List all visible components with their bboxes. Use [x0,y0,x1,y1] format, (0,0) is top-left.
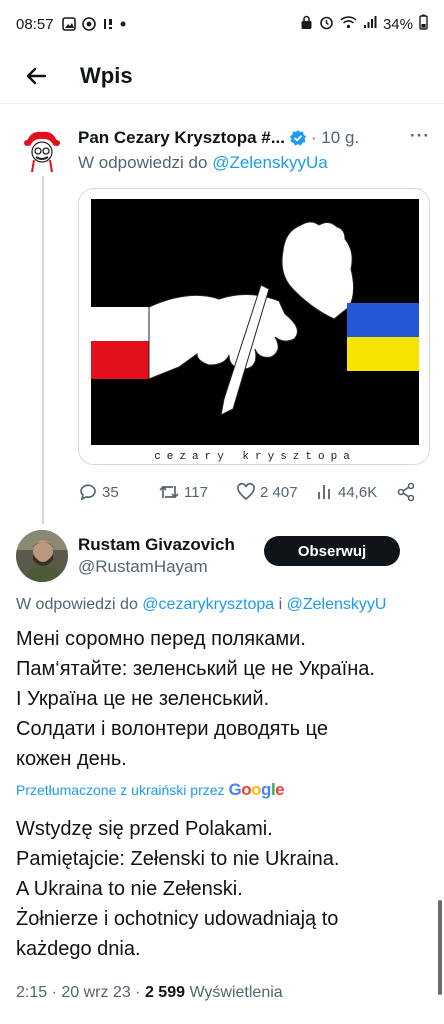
translated-text: Wstydzę się przed Polakami. Pamiętajcie:… [16,814,436,964]
thread-line [42,176,44,524]
lock-icon [300,15,313,34]
translated-text-line: Pamiętajcie: Zełenski to nie Ukraina. [16,848,340,870]
bar-chart-icon [318,485,330,499]
reply-count: 35 [102,483,119,501]
translated-text-line: Wstydzę się przed Polakami. [16,818,273,840]
translated-text-line: Żołnierze i ochotnicy udowadniają to [16,908,339,930]
like-count: 2 407 [260,483,298,501]
dot-icon [120,21,126,27]
translation-notice[interactable]: Przetłumaczone z ukraiński przez Google [16,780,285,800]
tweet-text-line: Солдати і волонтери доводять це [16,718,328,740]
alarm-icon [319,15,334,34]
translation-label: Przetłumaczone z ukraiński przez [16,782,225,798]
reply-icon [80,484,96,501]
share-icon [397,482,415,502]
tweet-text: Мені соромно перед поляками. Пам‘ятайте:… [16,624,436,774]
tweet-actions: 35 117 2 407 44,6K [78,480,430,504]
follow-button[interactable]: Obserwuj [264,536,400,566]
status-right: 34% [300,14,428,34]
battery-icon [419,14,428,34]
tweet-text-line: Пам‘ятайте: зеленський це не Україна. [16,658,375,680]
signal-icon [363,15,377,33]
reply-mention[interactable]: @ZelenskyyU [287,596,387,613]
back-button[interactable] [8,48,64,104]
cartoon-handshake: cezary krysztopa [79,189,429,464]
reply-prefix: W odpowiedzi do [78,153,213,172]
status-bar: 08:57 34% [0,0,444,48]
tweet-timestamp: 2:15 · 20 wrz 23 · [16,984,145,1001]
reply-context: W odpowiedzi do @cezarykrysztopa i @Zele… [16,596,386,614]
more-options-icon[interactable]: ··· [410,126,430,146]
scrollbar[interactable] [438,900,442,995]
tweet-text-line: кожен день. [16,748,127,770]
views-button[interactable]: 44,6K [316,482,377,502]
views-label: Wyświetlenia [185,984,283,1001]
verified-badge-icon [289,129,307,147]
share-button[interactable] [396,482,416,502]
reply-join: i [274,596,287,613]
author-name[interactable]: Pan Cezary Krysztopa #... [78,128,285,148]
arrow-left-icon [26,67,47,84]
translated-text-line: każdego dnia. [16,938,141,960]
avatar[interactable] [16,124,68,176]
battery-percent: 34% [382,15,413,33]
avatar[interactable] [16,530,68,582]
views-count: 44,6K [338,483,378,501]
author-name[interactable]: Rustam Givazovich [78,535,235,555]
tweet-text-line: І Україна це не зеленський. [16,688,270,710]
wifi-icon [340,15,357,33]
gallery-icon [61,17,76,31]
translated-text-line: A Ukraina to nie Zełenski. [16,878,243,900]
reply-prefix: W odpowiedzi do [16,596,143,613]
views-count: 2 599 [144,984,185,1001]
reply-mention[interactable]: @ZelenskyyUa [212,153,328,172]
notification-icon [102,17,114,31]
tweet-image[interactable]: cezary krysztopa [78,188,430,465]
top-bar: Wpis [0,48,444,104]
tweet-time: · 10 g. [310,128,360,147]
cartoon-signature: cezary krysztopa [154,451,356,463]
like-button[interactable]: 2 407 [236,482,298,502]
chrome-icon [81,17,96,31]
reply-context: W odpowiedzi do @ZelenskyyUa [78,153,328,173]
page-title: Wpis [80,62,133,88]
reply-button[interactable]: 35 [78,482,119,502]
retweet-count: 117 [184,483,208,501]
tweet-header: Pan Cezary Krysztopa #... · 10 g. ··· [78,126,430,150]
retweet-icon [159,485,179,499]
reply-mention[interactable]: @cezarykrysztopa [142,596,274,613]
google-logo: Google [228,780,285,799]
tweet-meta: 2:15 · 20 wrz 23 · 2 599 Wyświetlenia [16,984,283,1002]
retweet-button[interactable]: 117 [158,482,208,502]
status-time: 08:57 [16,15,54,33]
heart-icon [237,482,255,501]
author-handle[interactable]: @RustamHayam [78,557,208,577]
tweet-text-line: Мені соромно перед поляками. [16,628,306,650]
